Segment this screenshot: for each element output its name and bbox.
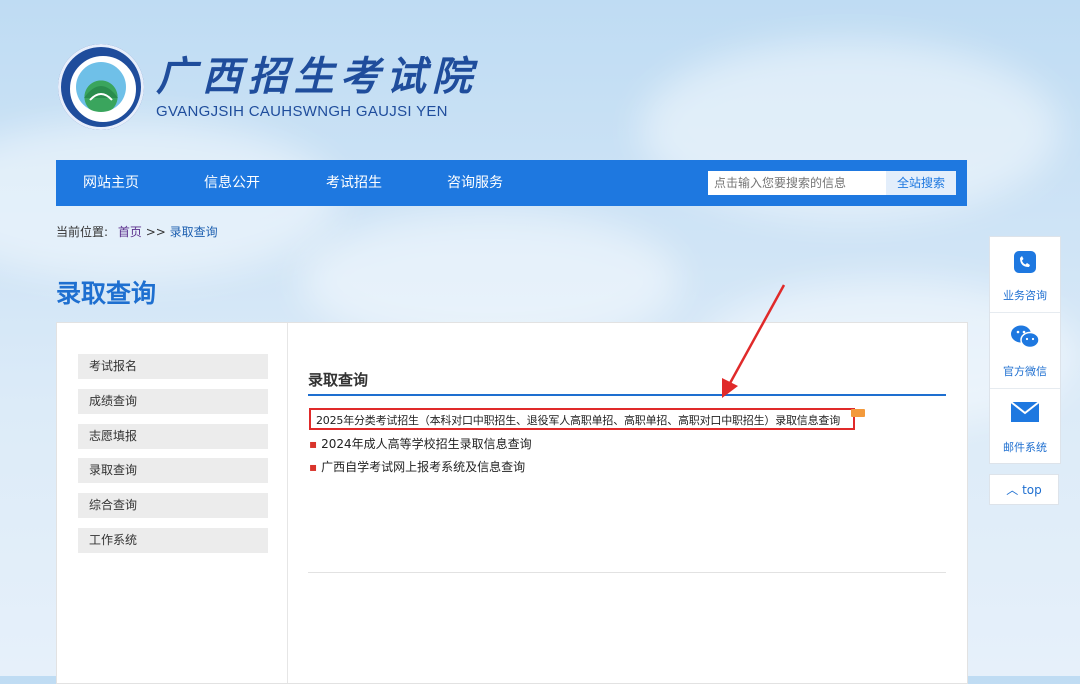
float-consult[interactable]: 业务咨询	[990, 237, 1060, 312]
site-search-button[interactable]: 全站搜索	[886, 171, 956, 195]
sidebar-item-work-system[interactable]: 工作系统	[78, 528, 268, 553]
self-study-exam-link[interactable]: 广西自学考试网上报考系统及信息查询	[321, 460, 525, 474]
main-nav: 网站主页 信息公开 考试招生 咨询服务 全站搜索	[56, 160, 967, 206]
bullet-icon: ▪	[309, 460, 318, 474]
nav-consulting[interactable]: 咨询服务	[447, 160, 503, 206]
admission-link-2024-adult[interactable]: 2024年成人高等学校招生录取信息查询	[321, 437, 532, 451]
section-bottom-line	[308, 572, 946, 573]
float-wechat-label: 官方微信	[1003, 365, 1047, 378]
phone-icon	[1014, 251, 1036, 273]
emblem-icon	[58, 44, 144, 130]
breadcrumb-separator: >>	[145, 225, 166, 239]
site-title: 广西招生考试院	[156, 52, 478, 100]
float-mail[interactable]: 邮件系统	[990, 389, 1060, 464]
list-item[interactable]: ▪ 广西自学考试网上报考系统及信息查询	[309, 458, 525, 475]
nav-exam-admission[interactable]: 考试招生	[326, 160, 382, 206]
list-item[interactable]: ▪ 2024年成人高等学校招生录取信息查询	[309, 435, 532, 452]
floating-toolbar: 业务咨询 官方微信 邮件系统	[989, 236, 1061, 464]
new-badge	[851, 409, 865, 417]
site-logo[interactable]: 广西招生考试院 GVANGJSIH CAUHSWNGH GAUJSI YEN	[58, 44, 478, 130]
float-wechat[interactable]: 官方微信	[990, 313, 1060, 388]
back-to-top-button[interactable]: ︿ top	[989, 474, 1059, 505]
sidebar-item-exam-registration[interactable]: 考试报名	[78, 354, 268, 379]
sidebar-item-application[interactable]: 志愿填报	[78, 424, 268, 449]
bullet-icon: ▪	[309, 437, 318, 451]
mail-icon	[1010, 401, 1040, 422]
top-label: top	[1022, 483, 1042, 497]
breadcrumb-current[interactable]: 录取查询	[170, 225, 218, 239]
panel-divider	[287, 323, 288, 683]
nav-home[interactable]: 网站主页	[83, 160, 139, 206]
float-consult-label: 业务咨询	[1003, 289, 1047, 302]
breadcrumb: 当前位置: 首页 >> 录取查询	[56, 223, 218, 240]
section-title: 录取查询	[308, 371, 369, 389]
admission-link-2025[interactable]: 2025年分类考试招生（本科对口中职招生、退役军人高职单招、高职单招、高职对口中…	[316, 412, 840, 428]
sidebar-item-general-query[interactable]: 综合查询	[78, 493, 268, 518]
content-panel: 考试报名 成绩查询 志愿填报 录取查询 综合查询 工作系统 录取查询 2025年…	[56, 322, 968, 684]
search-input[interactable]	[708, 171, 886, 195]
breadcrumb-home[interactable]: 首页	[118, 225, 142, 239]
nav-info-public[interactable]: 信息公开	[204, 160, 260, 206]
page-title: 录取查询	[56, 279, 157, 308]
sidebar-item-admission-query[interactable]: 录取查询	[78, 458, 268, 483]
section-underline	[308, 394, 946, 396]
sidebar-item-score-query[interactable]: 成绩查询	[78, 389, 268, 414]
breadcrumb-prefix: 当前位置:	[56, 225, 109, 239]
float-mail-label: 邮件系统	[1003, 441, 1047, 454]
wechat-icon	[1011, 325, 1040, 349]
site-title-en: GVANGJSIH CAUHSWNGH GAUJSI YEN	[156, 102, 448, 120]
chevron-up-icon: ︿	[1006, 483, 1019, 497]
